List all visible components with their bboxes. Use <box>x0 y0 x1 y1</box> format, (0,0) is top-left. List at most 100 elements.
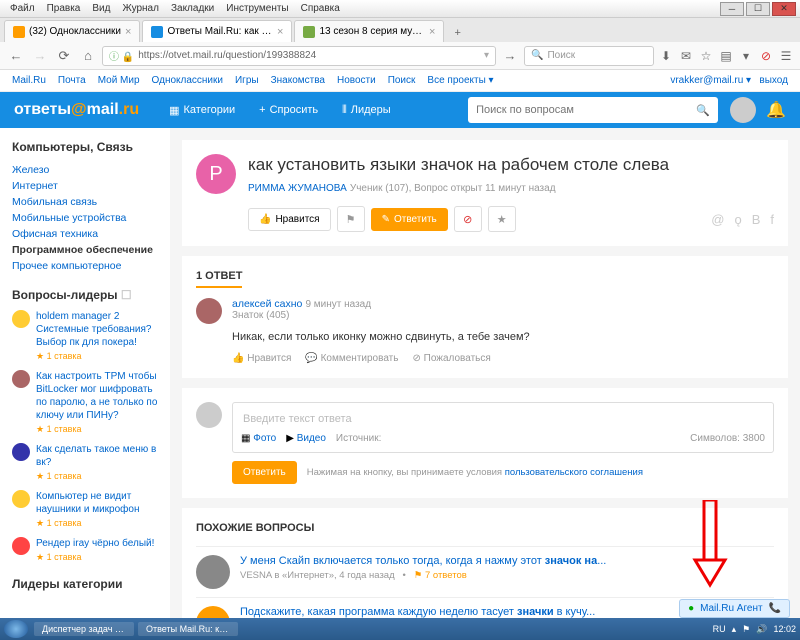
site-search[interactable]: 🔍 <box>468 97 718 123</box>
url-input[interactable]: ⓘ 🔒 https://otvet.mail.ru/question/19938… <box>102 46 496 66</box>
taskbar-item[interactable]: Ответы Mail.Ru: как ... <box>138 622 238 636</box>
sidebar-category[interactable]: Мобильные устройства <box>12 210 158 226</box>
attach-photo[interactable]: ▦ Фото <box>241 433 276 444</box>
sidebar-category[interactable]: Мобильная связь <box>12 194 158 210</box>
answer-complain[interactable]: ⊘ Пожаловаться <box>412 353 490 364</box>
mailbar-link[interactable]: Игры <box>235 75 259 86</box>
menu-tools[interactable]: Инструменты <box>220 3 294 14</box>
leader-question[interactable]: Как сделать такое меню в вк?★ 1 ставка <box>12 443 158 482</box>
sidebar-category[interactable]: Железо <box>12 162 158 178</box>
nav-back[interactable]: ← <box>6 46 26 66</box>
nav-forward[interactable]: → <box>30 46 50 66</box>
browser-tab[interactable]: Ответы Mail.Ru: как устан...× <box>142 20 292 42</box>
search-icon: 🔍 <box>531 50 543 61</box>
header-nav-item[interactable]: ▦Категории <box>159 100 245 121</box>
logout-link[interactable]: выход <box>759 75 788 86</box>
tray-clock[interactable]: 12:02 <box>773 624 796 634</box>
home-icon[interactable]: ✉ <box>678 48 694 64</box>
window-maximize[interactable]: ☐ <box>746 2 770 16</box>
answer-avatar[interactable] <box>196 298 222 324</box>
leader-question[interactable]: Рендер iray чёрно белый!★ 1 ставка <box>12 537 158 563</box>
menu-history[interactable]: Журнал <box>116 3 165 14</box>
menu-view[interactable]: Вид <box>86 3 116 14</box>
mailbar-link[interactable]: Одноклассники <box>152 75 223 86</box>
notifications-icon[interactable]: 🔔 <box>766 100 786 120</box>
mailbar-link[interactable]: Почта <box>58 75 86 86</box>
reply-input[interactable]: Введите текст ответа <box>241 411 765 427</box>
star-button[interactable]: ★ <box>488 206 516 232</box>
tray-volume-icon[interactable]: 🔊 <box>756 624 767 635</box>
menu-bookmarks[interactable]: Закладки <box>165 3 220 14</box>
share-vk-icon[interactable]: В <box>752 212 761 227</box>
answer-like[interactable]: 👍 Нравится <box>232 353 291 364</box>
attach-video[interactable]: ▶ Видео <box>286 433 326 444</box>
leader-question[interactable]: Как настроить TPM чтобы BitLocker мог ши… <box>12 370 158 435</box>
terms-link[interactable]: пользовательского соглашения <box>505 467 643 478</box>
phone-icon[interactable]: 📞 <box>769 603 781 614</box>
mailbar-link[interactable]: Новости <box>337 75 376 86</box>
header-nav-item[interactable]: ⫴Лидеры <box>332 100 401 121</box>
tray-lang[interactable]: RU <box>713 624 726 634</box>
like-button[interactable]: 👍 Нравится <box>248 208 331 231</box>
bookmark-icon[interactable]: ▤ <box>718 48 734 64</box>
user-email[interactable]: vrakker@mail.ru ▾ <box>670 75 751 86</box>
question-avatar[interactable]: Р <box>196 154 236 194</box>
mailbar-link[interactable]: Поиск <box>388 75 416 86</box>
reply-box[interactable]: Введите текст ответа ▦ Фото ▶ Видео Исто… <box>232 402 774 453</box>
answer-button[interactable]: ✎ Ответить <box>371 208 448 231</box>
leader-question[interactable]: Компьютер не видит наушники и микрофон★ … <box>12 490 158 529</box>
header-nav-item[interactable]: +Спросить <box>249 100 328 121</box>
block-button[interactable]: ⊘ <box>454 206 482 232</box>
user-avatar[interactable] <box>730 97 756 123</box>
logo[interactable]: ответы@mail.ru <box>14 101 139 119</box>
start-button[interactable] <box>4 620 28 638</box>
submit-answer[interactable]: Ответить <box>232 461 297 484</box>
question-author[interactable]: РИММА ЖУМАНОВА <box>248 183 347 194</box>
tab-title: (32) Одноклассники <box>29 26 121 37</box>
menu-help[interactable]: Справка <box>295 3 346 14</box>
browser-search[interactable]: 🔍 Поиск <box>524 46 654 66</box>
mailbar-link[interactable]: Знакомства <box>271 75 325 86</box>
new-tab[interactable]: + <box>446 24 468 42</box>
adblock-icon[interactable]: ⊘ <box>758 48 774 64</box>
mailbar-link[interactable]: Mail.Ru <box>12 75 46 86</box>
url-go[interactable]: → <box>500 46 520 66</box>
tray-flag-icon[interactable]: ⚑ <box>742 624 750 635</box>
pocket-icon[interactable]: ▾ <box>738 48 754 64</box>
sidebar-category[interactable]: Офисная техника <box>12 226 158 242</box>
mailbar-link[interactable]: Мой Мир <box>98 75 140 86</box>
similar-question[interactable]: У меня Скайп включается только тогда, ко… <box>196 546 774 597</box>
mailru-agent-widget[interactable]: ● Mail.Ru Агент 📞 <box>679 599 790 618</box>
menu-file[interactable]: Файл <box>4 3 41 14</box>
share-fb-icon[interactable]: f <box>770 212 774 227</box>
window-close[interactable]: ✕ <box>772 2 796 16</box>
sidebar-category[interactable]: Прочее компьютерное <box>12 258 158 274</box>
tray-up-icon[interactable]: ▴ <box>732 624 737 635</box>
sidebar-category[interactable]: Интернет <box>12 178 158 194</box>
site-search-input[interactable] <box>476 104 696 116</box>
answer-author[interactable]: алексей сахно <box>232 298 302 310</box>
tab-close[interactable]: × <box>125 26 131 38</box>
taskbar-item[interactable]: Диспетчер задач Wi... <box>34 622 134 636</box>
star-icon[interactable]: ☆ <box>698 48 714 64</box>
nav-reload[interactable]: ⟳ <box>54 46 74 66</box>
leader-question[interactable]: holdem manager 2 Системные требования? В… <box>12 310 158 362</box>
download-icon[interactable]: ⬇ <box>658 48 674 64</box>
browser-tab[interactable]: (32) Одноклассники × <box>4 20 140 42</box>
share-ok-icon[interactable]: ǫ <box>734 212 741 227</box>
leader-avatar <box>12 310 30 328</box>
window-minimize[interactable]: ─ <box>720 2 744 16</box>
share-mm-icon[interactable]: @ <box>711 212 724 227</box>
answer-comment[interactable]: 💬 Комментировать <box>305 353 398 364</box>
flag-button[interactable]: ⚑ <box>337 206 365 232</box>
tab-close[interactable]: × <box>277 26 283 38</box>
tab-favicon <box>13 26 25 38</box>
mailbar-link[interactable]: Все проекты ▾ <box>427 75 493 86</box>
tab-close[interactable]: × <box>429 26 435 38</box>
nav-home[interactable]: ⌂ <box>78 46 98 66</box>
sidebar-category[interactable]: Программное обеспечение <box>12 242 158 258</box>
menu-edit[interactable]: Правка <box>41 3 87 14</box>
search-icon[interactable]: 🔍 <box>696 104 710 117</box>
menu-icon[interactable]: ☰ <box>778 48 794 64</box>
browser-tab[interactable]: 13 сезон 8 серия мультсе...× <box>294 20 444 42</box>
